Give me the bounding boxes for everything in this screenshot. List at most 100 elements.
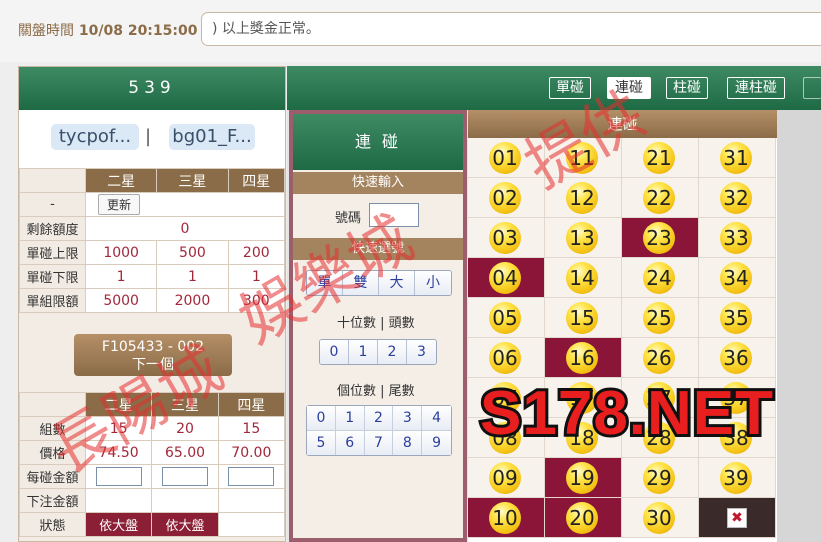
tens-button-2[interactable]: 2 — [378, 340, 407, 364]
number-ball[interactable]: 20 — [566, 502, 598, 534]
ball-cell[interactable]: 32 — [699, 178, 776, 218]
number-ball[interactable]: 23 — [643, 222, 675, 254]
cell-value: 74.50 — [84, 440, 153, 465]
number-ball[interactable]: 24 — [643, 262, 675, 294]
number-ball[interactable]: 04 — [489, 262, 521, 294]
number-ball[interactable]: 10 — [489, 502, 521, 534]
per-bet-input-2star[interactable] — [95, 467, 142, 486]
ball-cell[interactable]: 23 — [622, 218, 699, 258]
number-ball[interactable]: 09 — [489, 462, 521, 494]
units-button-5[interactable]: 5 — [307, 431, 336, 455]
ball-cell[interactable]: 16 — [545, 338, 622, 378]
units-button-7[interactable]: 7 — [364, 431, 394, 455]
units-button-3[interactable]: 3 — [393, 406, 423, 431]
number-ball[interactable]: 25 — [643, 302, 675, 334]
tens-button-0[interactable]: 0 — [320, 340, 349, 364]
units-button-8[interactable]: 8 — [393, 431, 423, 455]
per-bet-input-3star[interactable] — [161, 467, 208, 486]
tab-single[interactable]: 單碰 — [549, 77, 591, 99]
ball-cell[interactable]: 11 — [545, 138, 622, 178]
number-ball[interactable]: 39 — [720, 462, 752, 494]
ball-cell[interactable]: 02 — [468, 178, 545, 218]
tens-button-3[interactable]: 3 — [407, 340, 436, 364]
update-row: - 更新 — [19, 192, 285, 217]
number-ball[interactable]: 22 — [643, 182, 675, 214]
number-ball[interactable]: 31 — [720, 142, 752, 174]
ball-cell[interactable]: 34 — [699, 258, 776, 298]
units-button-4[interactable]: 4 — [422, 406, 451, 431]
tab-more[interactable] — [803, 77, 821, 99]
ball-cell[interactable]: 09 — [468, 458, 545, 498]
even-button[interactable]: 雙 — [343, 271, 379, 295]
number-ball[interactable]: 36 — [720, 342, 752, 374]
ball-cell[interactable]: 39 — [699, 458, 776, 498]
account-badge-2[interactable]: bg01_F... — [169, 124, 255, 150]
ball-cell[interactable]: 01 — [468, 138, 545, 178]
number-ball[interactable]: 34 — [720, 262, 752, 294]
number-ball[interactable]: 14 — [566, 262, 598, 294]
number-ball[interactable]: 15 — [566, 302, 598, 334]
ball-cell[interactable]: 31 — [699, 138, 776, 178]
small-button[interactable]: 小 — [415, 271, 451, 295]
cell-value: 1 — [84, 264, 158, 289]
per-bet-input-4star[interactable] — [228, 467, 275, 486]
ball-cell[interactable]: 12 — [545, 178, 622, 218]
number-ball[interactable]: 21 — [643, 142, 675, 174]
number-ball[interactable]: 05 — [489, 302, 521, 334]
number-ball[interactable]: 06 — [489, 342, 521, 374]
account-badge-1[interactable]: tycpof... — [51, 124, 139, 150]
number-ball[interactable]: 13 — [566, 222, 598, 254]
ball-cell[interactable]: 21 — [622, 138, 699, 178]
row-label: 單組限額 — [19, 288, 86, 313]
number-ball[interactable]: 12 — [566, 182, 598, 214]
ball-cell[interactable]: 14 — [545, 258, 622, 298]
ball-cell[interactable]: 24 — [622, 258, 699, 298]
tab-combo-column[interactable]: 連柱碰 — [727, 77, 785, 99]
tens-button-1[interactable]: 1 — [349, 340, 378, 364]
ball-cell[interactable]: 20 — [545, 498, 622, 538]
units-button-2[interactable]: 2 — [364, 406, 394, 431]
clear-cell[interactable]: ✖ — [699, 498, 776, 538]
number-ball[interactable]: 01 — [489, 142, 521, 174]
number-input[interactable] — [369, 203, 419, 227]
ball-cell[interactable]: 35 — [699, 298, 776, 338]
right-panel: 單碰 連碰 柱碰 連柱碰 連 碰 快速輸入 號碼 快速選號 單 雙 大 小 十位… — [287, 66, 821, 542]
ball-cell[interactable]: 33 — [699, 218, 776, 258]
units-button-0[interactable]: 0 — [307, 406, 336, 431]
big-button[interactable]: 大 — [379, 271, 415, 295]
ball-cell[interactable]: 22 — [622, 178, 699, 218]
ball-cell[interactable]: 05 — [468, 298, 545, 338]
number-ball[interactable]: 30 — [643, 502, 675, 534]
units-button-9[interactable]: 9 — [422, 431, 451, 455]
ball-cell[interactable]: 19 — [545, 458, 622, 498]
next-button[interactable]: F105433 - 002 下一個 — [74, 334, 232, 376]
ball-cell[interactable]: 15 — [545, 298, 622, 338]
number-ball[interactable]: 35 — [720, 302, 752, 334]
ball-cell[interactable]: 13 — [545, 218, 622, 258]
number-ball[interactable]: 26 — [643, 342, 675, 374]
ball-cell[interactable]: 25 — [622, 298, 699, 338]
ball-cell[interactable]: 06 — [468, 338, 545, 378]
number-ball[interactable]: 11 — [566, 142, 598, 174]
number-ball[interactable]: 32 — [720, 182, 752, 214]
units-button-1[interactable]: 1 — [335, 406, 365, 431]
odd-button[interactable]: 單 — [307, 271, 343, 295]
ball-cell[interactable]: 26 — [622, 338, 699, 378]
ball-cell[interactable]: 10 — [468, 498, 545, 538]
ball-cell[interactable]: 03 — [468, 218, 545, 258]
tab-combo[interactable]: 連碰 — [607, 77, 651, 99]
ball-cell[interactable]: 29 — [622, 458, 699, 498]
number-ball[interactable]: 16 — [566, 342, 598, 374]
number-ball[interactable]: 03 — [489, 222, 521, 254]
number-ball[interactable]: 33 — [720, 222, 752, 254]
tab-column[interactable]: 柱碰 — [666, 77, 708, 99]
number-ball[interactable]: 19 — [566, 462, 598, 494]
clear-icon[interactable]: ✖ — [727, 508, 747, 528]
number-ball[interactable]: 29 — [643, 462, 675, 494]
ball-cell[interactable]: 36 — [699, 338, 776, 378]
update-button[interactable]: 更新 — [98, 194, 141, 215]
number-ball[interactable]: 02 — [489, 182, 521, 214]
units-button-6[interactable]: 6 — [335, 431, 365, 455]
ball-cell[interactable]: 30 — [622, 498, 699, 538]
ball-cell[interactable]: 04 — [468, 258, 545, 298]
